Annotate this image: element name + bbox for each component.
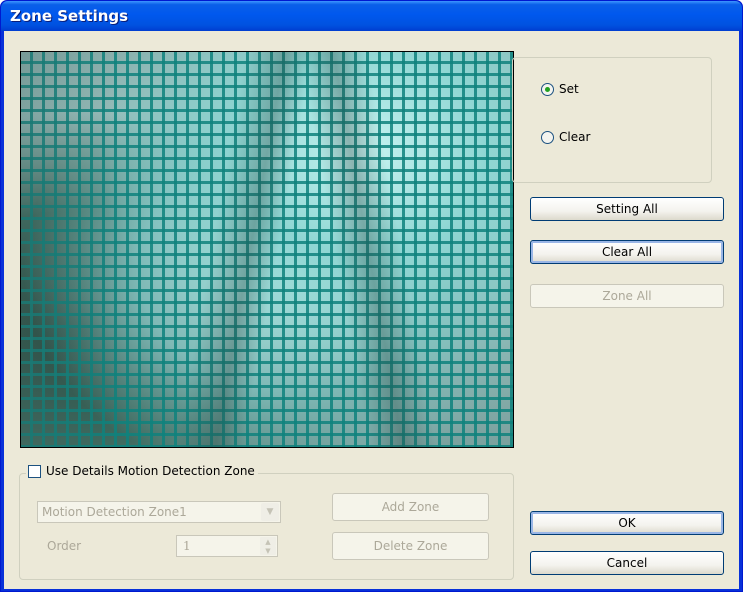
chevron-down-icon[interactable]: ▼ [261,503,279,521]
order-spinner[interactable]: 1 ▲ ▼ [176,535,278,557]
zone-select-value: Motion Detection Zone1 [42,505,187,519]
clear-all-button[interactable]: Clear All [530,240,724,264]
delete-zone-button[interactable]: Delete Zone [332,532,489,560]
zone-select[interactable]: Motion Detection Zone1 ▼ [37,501,281,523]
spinner-arrows[interactable]: ▲ ▼ [260,537,276,555]
set-radio-button[interactable] [541,82,554,96]
add-zone-button[interactable]: Add Zone [332,493,489,521]
ok-button[interactable]: OK [530,511,724,535]
use-details-checkbox-label: Use Details Motion Detection Zone [46,464,255,478]
order-value: 1 [183,539,191,553]
camera-preview-zone-grid[interactable] [20,51,514,448]
zone-settings-window: Zone Settings Set Clear Setting All Clea… [0,0,743,592]
radio-selected-dot [545,86,550,92]
zone-all-button[interactable]: Zone All [530,284,724,308]
clear-radio-label: Clear [559,130,591,144]
spin-down-icon[interactable]: ▼ [260,546,276,555]
clear-radio[interactable]: Clear [541,130,590,144]
use-details-checkbox-row[interactable]: Use Details Motion Detection Zone [26,464,258,478]
spin-up-icon[interactable]: ▲ [260,537,276,546]
order-label: Order [47,539,82,553]
mode-group [512,57,712,183]
setting-all-button[interactable]: Setting All [530,197,724,221]
set-radio-label: Set [559,82,579,96]
details-group [19,473,514,580]
camera-image [21,52,513,447]
use-details-checkbox[interactable] [28,464,41,478]
window-title: Zone Settings [10,7,129,25]
clear-radio-button[interactable] [541,130,554,144]
dialog-body: Set Clear Setting All Clear All Zone All… [4,31,739,589]
set-radio[interactable]: Set [541,82,579,96]
title-bar[interactable]: Zone Settings [1,1,742,31]
cancel-button[interactable]: Cancel [530,551,724,575]
